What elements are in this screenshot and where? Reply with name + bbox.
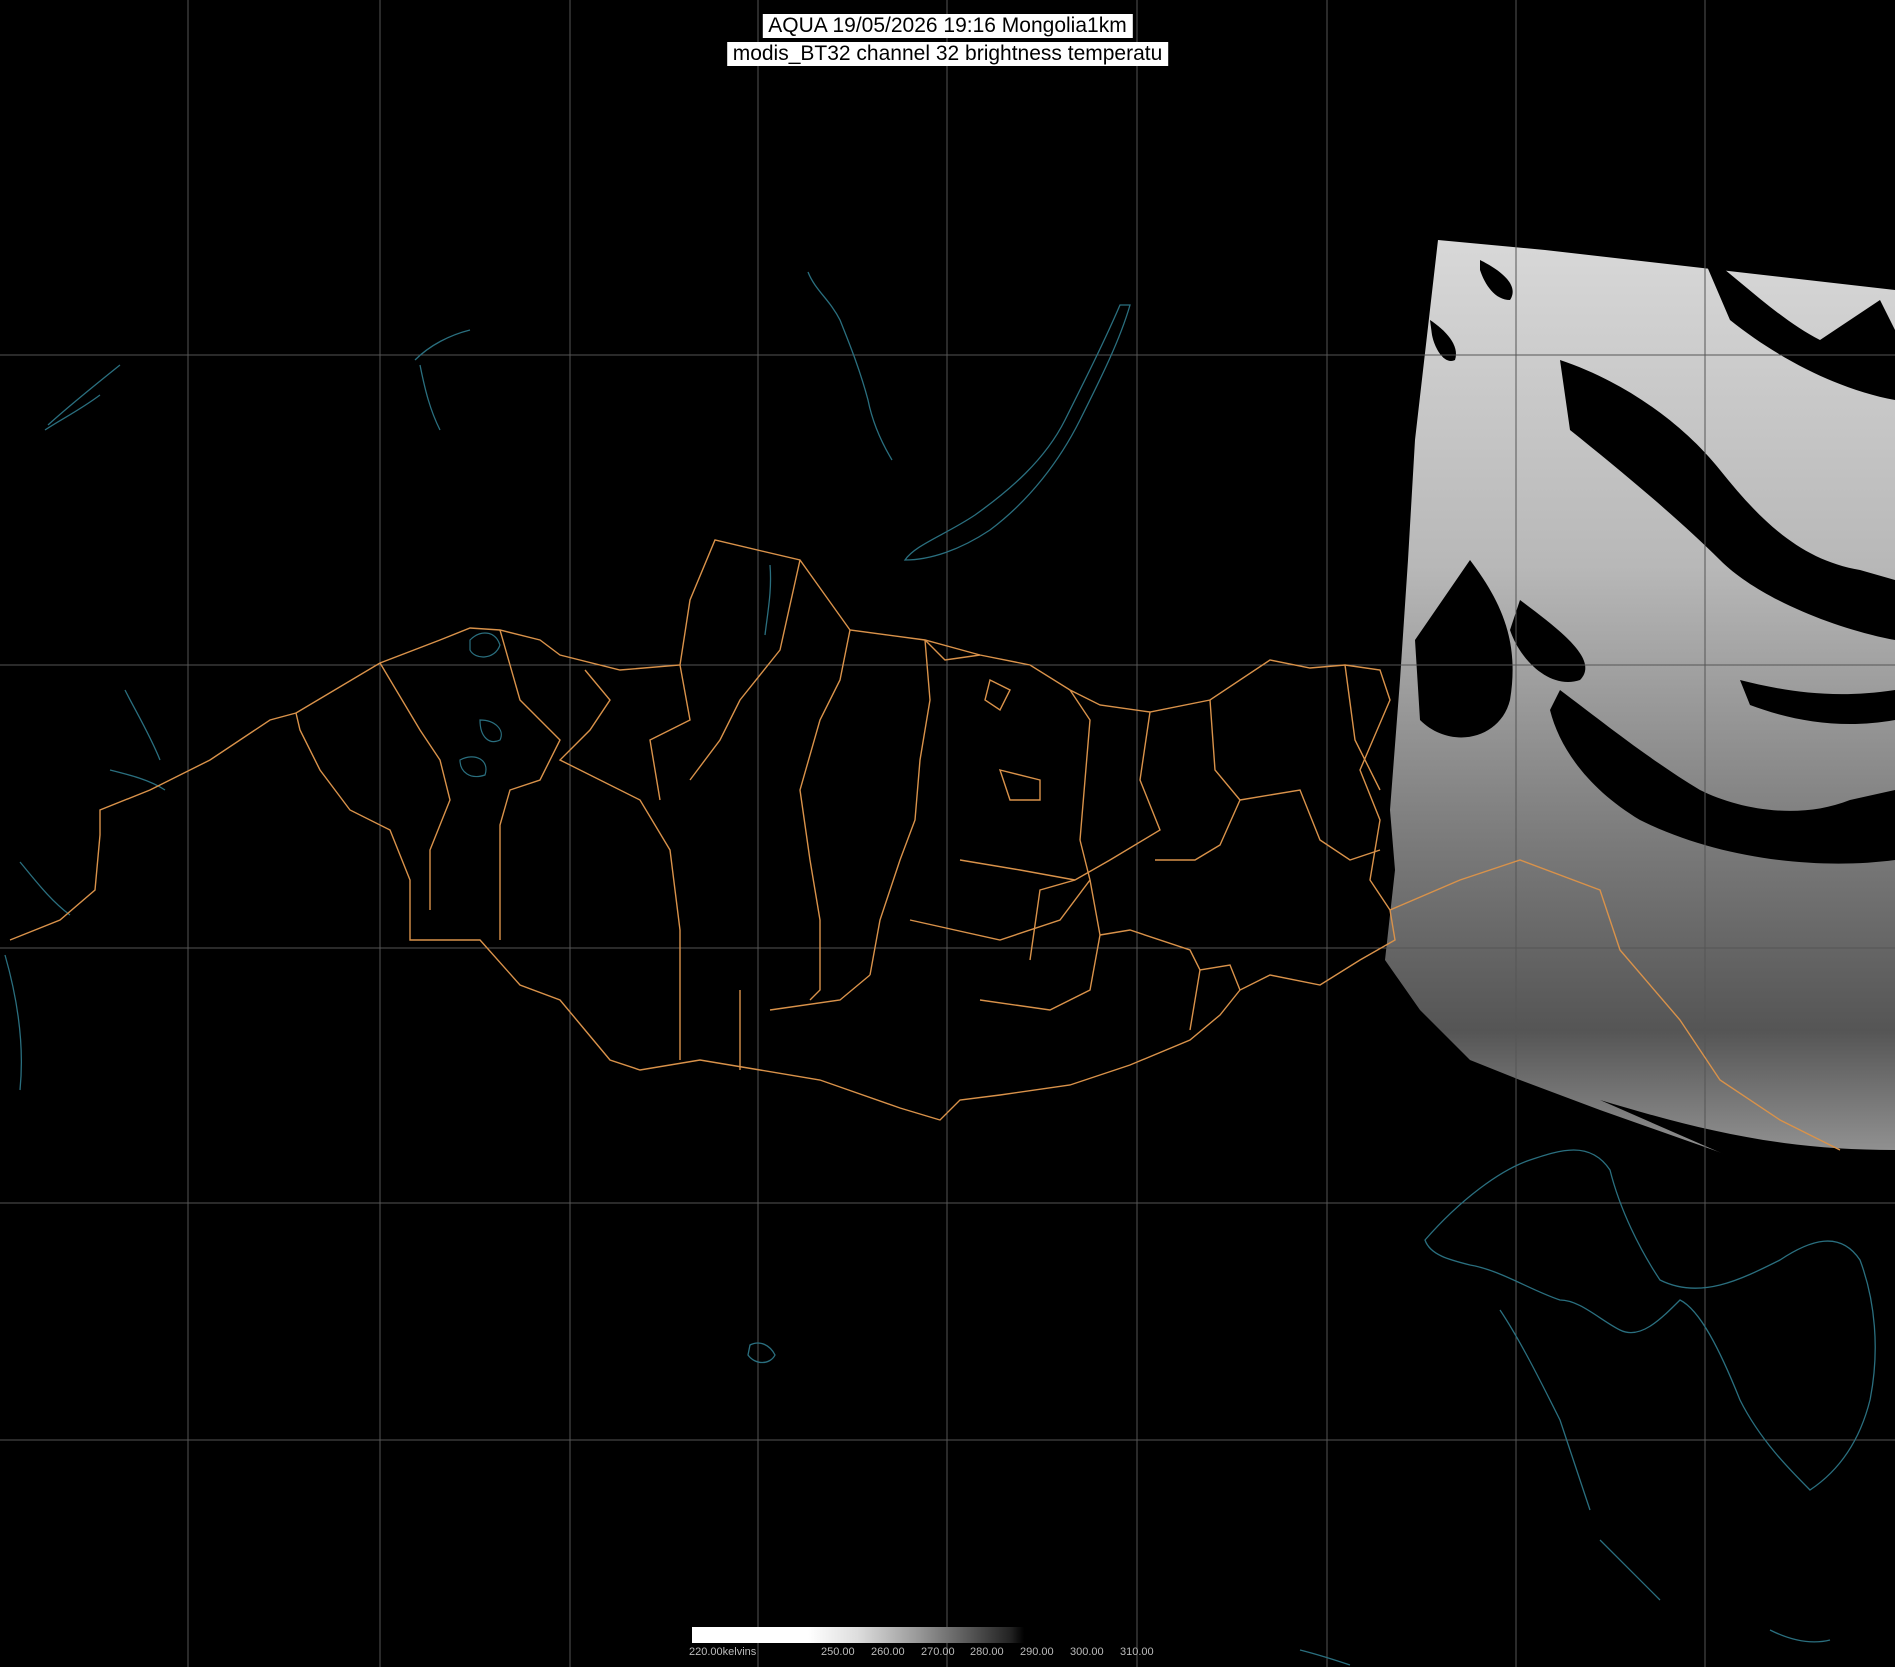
internal-7: [869, 639, 931, 976]
colorbar-labels: 220.00kelvins 250.00 260.00 270.00 280.0…: [689, 1646, 1209, 1662]
mongolia-outline: [295, 539, 1396, 1121]
colorbar-label: 220.00kelvins: [689, 1646, 757, 1658]
internal-8: [924, 639, 981, 661]
small-lakes: [1299, 1629, 1831, 1666]
internal-4: [649, 664, 691, 801]
internal-18: [1189, 969, 1201, 1031]
internal-17: [1099, 929, 1241, 991]
lake-baikal: [903, 304, 1131, 561]
aimag-lake-1: [984, 678, 1011, 712]
colorbar-label: 310.00: [1120, 1646, 1154, 1658]
west-lakes: [109, 689, 166, 791]
colorbar-label: 260.00: [871, 1646, 905, 1658]
internal-14: [909, 839, 1091, 941]
internal-1: [379, 662, 451, 910]
colorbar-label: 290.00: [1020, 1646, 1054, 1658]
river-yenisei-north: [807, 271, 893, 461]
colorbar-label: 300.00: [1070, 1646, 1104, 1658]
internal-3: [558, 669, 681, 1060]
sea-lake-south: [747, 1342, 776, 1364]
internal-15: [959, 859, 1076, 881]
colorbar-legend: 220.00kelvins 250.00 260.00 270.00 280.0…: [689, 1627, 1209, 1667]
internal-16: [979, 879, 1101, 1011]
map-title: AQUA 19/05/2026 19:16 Mongolia1km: [762, 14, 1133, 38]
internal-6: [799, 629, 851, 1001]
internal-13: [1239, 789, 1381, 861]
korea-coast: [1424, 1149, 1876, 1491]
lake-khovsgol: [764, 564, 772, 636]
colorbar-label: 280.00: [970, 1646, 1004, 1658]
lakes-mongolia: [459, 632, 502, 778]
internal-11: [1155, 699, 1241, 861]
map-subtitle: modis_BT32 channel 32 brightness tempera…: [726, 42, 1169, 66]
colorbar: [692, 1627, 1024, 1643]
satellite-swath: [1385, 240, 1895, 1170]
satellite-map: [0, 0, 1895, 1667]
border-china-west: [9, 712, 297, 941]
internal-9: [1069, 689, 1091, 841]
west-edge: [4, 861, 71, 1091]
east-coast-south: [1499, 1309, 1661, 1601]
colorbar-label: 270.00: [921, 1646, 955, 1658]
lake-west: [44, 364, 121, 431]
river-west: [414, 329, 471, 431]
aimag-lake-2: [998, 769, 1041, 801]
internal-5: [689, 559, 801, 781]
internal-2: [499, 629, 561, 940]
internal-12: [1344, 664, 1381, 791]
colorbar-label: 250.00: [821, 1646, 855, 1658]
